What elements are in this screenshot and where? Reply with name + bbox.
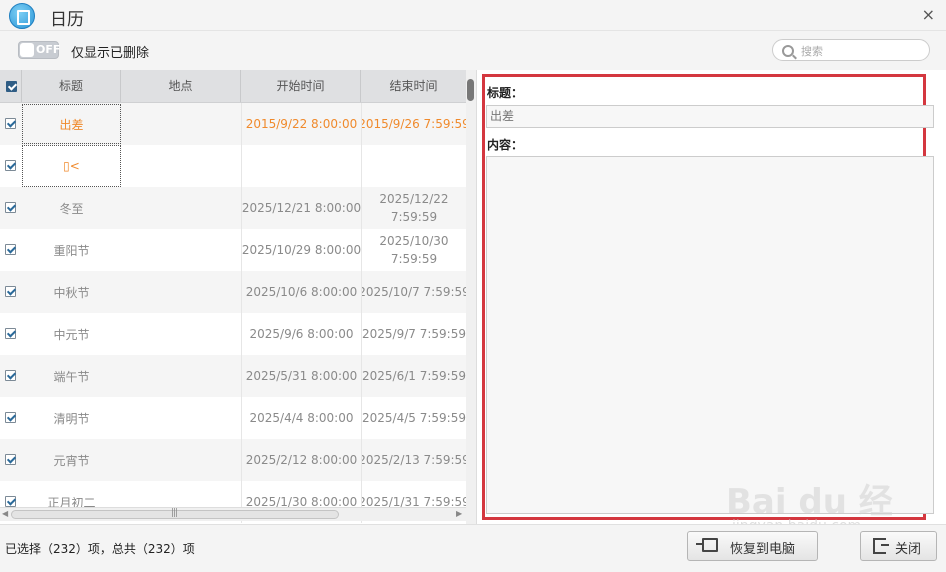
row-start: 2015/9/22 8:00:00 (241, 103, 361, 145)
row-checkbox[interactable] (5, 118, 16, 129)
row-location (121, 229, 241, 271)
scroll-right-icon[interactable]: ▶ (456, 509, 462, 518)
restore-button-label: 恢复到电脑 (730, 542, 796, 557)
horizontal-scrollbar[interactable]: ◀ ||| ▶ (0, 507, 466, 521)
row-title: 出差 (22, 104, 121, 144)
restore-to-pc-button[interactable]: 恢复到电脑 (687, 531, 818, 561)
row-location (121, 439, 241, 481)
table-row[interactable]: ▯< (0, 145, 466, 187)
vertical-scrollbar[interactable] (466, 70, 476, 524)
row-checkbox[interactable] (5, 496, 16, 507)
row-checkbox[interactable] (5, 286, 16, 297)
row-location (121, 187, 241, 229)
row-checkbox[interactable] (5, 412, 16, 423)
horizontal-scroll-thumb[interactable]: ||| (11, 508, 339, 519)
footer: 已选择（232）项，总共（232）项 恢复到电脑 关闭 (0, 524, 946, 567)
grip-icon: ||| (171, 508, 178, 518)
row-location (121, 103, 241, 145)
close-button-label: 关闭 (895, 542, 922, 557)
table-row[interactable]: 端午节 2025/5/31 8:00:00 2025/6/1 7:59:59 (0, 355, 466, 397)
row-end: 2025/10/7 7:59:59 (361, 271, 466, 313)
exit-icon (873, 538, 889, 554)
row-start: 2025/4/4 8:00:00 (241, 397, 361, 439)
row-start: 2025/10/29 8:00:00 (241, 229, 361, 271)
row-checkbox[interactable] (5, 328, 16, 339)
row-location (121, 355, 241, 397)
row-start: 2025/10/6 8:00:00 (241, 271, 361, 313)
row-title: ▯< (22, 145, 121, 187)
row-start: 2025/12/21 8:00:00 (241, 187, 361, 229)
table-row[interactable]: 中元节 2025/9/6 8:00:00 2025/9/7 7:59:59 (0, 313, 466, 355)
row-checkbox[interactable] (5, 454, 16, 465)
toggle-knob (20, 43, 34, 57)
search-icon (782, 45, 794, 57)
select-all-checkbox[interactable] (6, 81, 17, 92)
row-checkbox[interactable] (5, 202, 16, 213)
table-row[interactable]: 元宵节 2025/2/12 8:00:00 2025/2/13 7:59:59 (0, 439, 466, 481)
row-title: 元宵节 (53, 453, 90, 468)
row-end: 2015/9/26 7:59:59 (361, 103, 466, 145)
row-title: 中秋节 (53, 285, 90, 300)
table-row[interactable]: 中秋节 2025/10/6 8:00:00 2025/10/7 7:59:59 (0, 271, 466, 313)
row-start: 2025/9/6 8:00:00 (241, 313, 361, 355)
table-row[interactable]: 冬至 2025/12/21 8:00:00 2025/12/22 7:59:59 (0, 187, 466, 229)
column-header-end[interactable]: 结束时间 (361, 70, 466, 102)
title-bar: 日历 × (0, 0, 946, 31)
row-title: 中元节 (53, 327, 90, 342)
row-end: 2025/10/30 7:59:59 (361, 229, 466, 271)
vertical-scroll-thumb[interactable] (467, 79, 474, 101)
toggle-label: 仅显示已删除 (71, 46, 150, 61)
toolbar: OFF 仅显示已删除 (0, 31, 946, 69)
row-title: 端午节 (53, 369, 90, 384)
close-button[interactable]: 关闭 (860, 531, 937, 561)
row-end: 2025/4/5 7:59:59 (361, 397, 466, 439)
selection-status: 已选择（232）项，总共（232）项 (5, 542, 195, 556)
row-end: 2025/2/13 7:59:59 (361, 439, 466, 481)
table-row[interactable]: 重阳节 2025/10/29 8:00:00 2025/10/30 7:59:59 (0, 229, 466, 271)
table-header: 标题 地点 开始时间 结束时间 (0, 70, 466, 103)
row-title: 重阳节 (53, 243, 90, 258)
search-box[interactable] (772, 39, 930, 61)
table-row[interactable]: 清明节 2025/4/4 8:00:00 2025/4/5 7:59:59 (0, 397, 466, 439)
app-logo-icon (9, 3, 35, 29)
event-list: 标题 地点 开始时间 结束时间 出差 2015/9/22 8:00:00 2015/… (0, 70, 477, 524)
row-start: 2025/2/12 8:00:00 (241, 439, 361, 481)
column-header-location[interactable]: 地点 (121, 70, 241, 102)
row-checkbox[interactable] (5, 370, 16, 381)
row-end: 2025/6/1 7:59:59 (361, 355, 466, 397)
restore-icon (696, 538, 718, 552)
row-location (121, 397, 241, 439)
row-title: 清明节 (53, 411, 90, 426)
row-end (361, 145, 466, 187)
table-row[interactable]: 出差 2015/9/22 8:00:00 2015/9/26 7:59:59 (0, 103, 466, 145)
row-checkbox[interactable] (5, 160, 16, 171)
row-end: 2025/12/22 7:59:59 (361, 187, 466, 229)
row-start (241, 145, 361, 187)
column-header-title[interactable]: 标题 (22, 70, 121, 102)
row-end: 2025/9/7 7:59:59 (361, 313, 466, 355)
search-input[interactable] (799, 42, 923, 60)
row-title: 冬至 (59, 201, 84, 216)
toggle-state: OFF (36, 43, 61, 56)
select-all-cell (0, 70, 22, 102)
content-field-label: 内容： (487, 138, 524, 152)
window-title: 日历 (50, 10, 84, 30)
content-field[interactable] (486, 156, 934, 514)
close-icon[interactable]: × (922, 5, 935, 24)
show-deleted-toggle[interactable]: OFF (18, 41, 61, 59)
row-location (121, 271, 241, 313)
row-start: 2025/5/31 8:00:00 (241, 355, 361, 397)
row-location (121, 313, 241, 355)
title-field-label: 标题： (487, 86, 524, 100)
title-field[interactable]: 出差 (486, 105, 934, 128)
row-checkbox[interactable] (5, 244, 16, 255)
column-header-start[interactable]: 开始时间 (241, 70, 361, 102)
row-location (121, 145, 241, 187)
scroll-left-icon[interactable]: ◀ (2, 509, 8, 518)
